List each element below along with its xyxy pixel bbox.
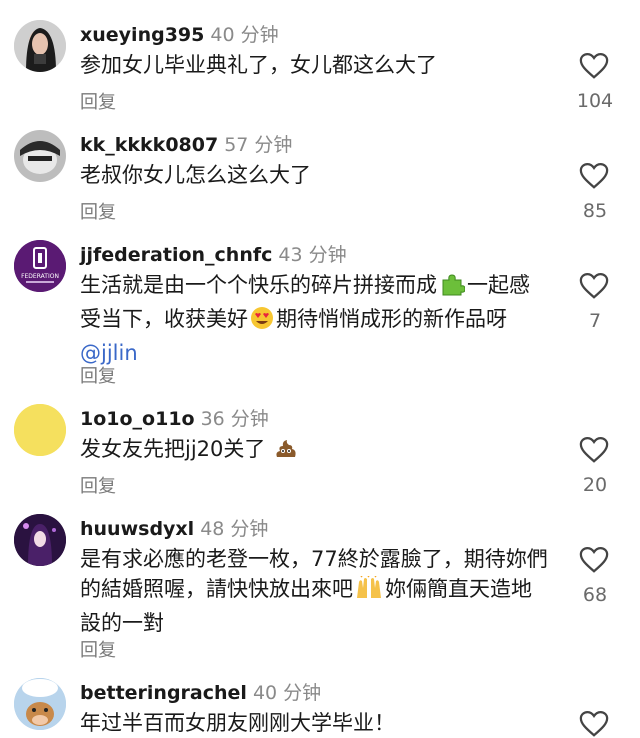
- username[interactable]: 1o1o_o11o: [80, 408, 195, 430]
- comment-header: xueying395 40 分钟: [80, 20, 279, 47]
- avatar-photo-icon: [14, 514, 66, 566]
- like-button[interactable]: [576, 272, 612, 300]
- poop-emoji-icon: [274, 436, 298, 468]
- comment-text: 年过半百而女朋友刚刚大学毕业！: [80, 711, 395, 735]
- like-count: 104: [576, 90, 614, 112]
- yellow-circle-avatar-icon: [14, 404, 66, 456]
- raising-hands-emoji-icon: [355, 575, 383, 608]
- comment-text: 生活就是由一个个快乐的碎片拼接而成 一起感受当下，收获美好 期待悄悄成形的新作品呀 …: [80, 270, 548, 368]
- username[interactable]: jjfederation_chnfc: [80, 244, 272, 266]
- avatar[interactable]: [14, 514, 66, 566]
- like-count: 68: [582, 584, 608, 606]
- comment-text: 老叔你女儿怎么这么大了: [80, 163, 311, 187]
- reply-button[interactable]: 回复: [80, 636, 116, 662]
- reply-button[interactable]: 回复: [80, 472, 116, 498]
- comment-text: 是有求必應的老登一枚，77終於露臉了，期待妳們的結婚照喔，請快快放出來吧 妳倆簡直…: [80, 544, 548, 638]
- timestamp: 40 分钟: [252, 682, 322, 704]
- avatar-photo-icon: [14, 130, 66, 182]
- timestamp: 57 分钟: [224, 134, 293, 156]
- like-button[interactable]: [576, 52, 612, 80]
- timestamp: 40 分钟: [210, 24, 279, 46]
- avatar[interactable]: FEDERATION: [14, 240, 66, 292]
- avatar[interactable]: [14, 20, 66, 72]
- logo-text: FEDERATION: [21, 273, 59, 280]
- like-button[interactable]: [576, 436, 612, 464]
- comment-text-part: 发女友先把jj20关了: [80, 437, 266, 461]
- heart-icon: [579, 710, 609, 737]
- comment-text: 参加女儿毕业典礼了，女儿都这么大了: [80, 53, 437, 77]
- comment-text-part: 生活就是由一个个快乐的碎片拼接而成: [80, 273, 437, 297]
- comment-header: 1o1o_o11o 36 分钟: [80, 404, 269, 431]
- timestamp: 43 分钟: [278, 244, 347, 266]
- comment-header: betteringrachel 40 分钟: [80, 678, 321, 705]
- reply-button[interactable]: 回复: [80, 88, 116, 114]
- avatar[interactable]: [14, 130, 66, 182]
- heart-icon: [579, 546, 609, 573]
- timestamp: 48 分钟: [200, 518, 269, 540]
- username[interactable]: kk_kkkk0807: [80, 134, 218, 156]
- heart-eyes-emoji-icon: [250, 306, 274, 338]
- username[interactable]: xueying395: [80, 24, 204, 46]
- comment-header: kk_kkkk0807 57 分钟: [80, 130, 292, 157]
- like-button[interactable]: [576, 710, 612, 738]
- federation-logo-icon: FEDERATION: [14, 240, 66, 292]
- comment-text: 发女友先把jj20关了: [80, 434, 548, 468]
- puzzle-piece-emoji-icon: [439, 272, 466, 304]
- reply-button[interactable]: 回复: [80, 362, 116, 388]
- avatar-photo-icon: [14, 20, 66, 72]
- timestamp: 36 分钟: [200, 408, 269, 430]
- heart-icon: [579, 52, 609, 79]
- like-button[interactable]: [576, 162, 612, 190]
- username[interactable]: huuwsdyxl: [80, 518, 194, 540]
- heart-icon: [579, 162, 609, 189]
- reply-button[interactable]: 回复: [80, 198, 116, 224]
- like-button[interactable]: [576, 546, 612, 574]
- like-count: 7: [588, 310, 602, 332]
- comment-header: jjfederation_chnfc 43 分钟: [80, 240, 347, 267]
- comment-text-part: 期待悄悄成形的新作品呀: [276, 307, 507, 331]
- comment-header: huuwsdyxl 48 分钟: [80, 514, 268, 541]
- like-count: 20: [582, 474, 608, 496]
- avatar[interactable]: [14, 404, 66, 456]
- heart-icon: [579, 272, 609, 299]
- like-count: 85: [582, 200, 608, 222]
- avatar[interactable]: [14, 678, 66, 730]
- heart-icon: [579, 436, 609, 463]
- username[interactable]: betteringrachel: [80, 682, 247, 704]
- cartoon-cow-avatar-icon: [14, 678, 66, 730]
